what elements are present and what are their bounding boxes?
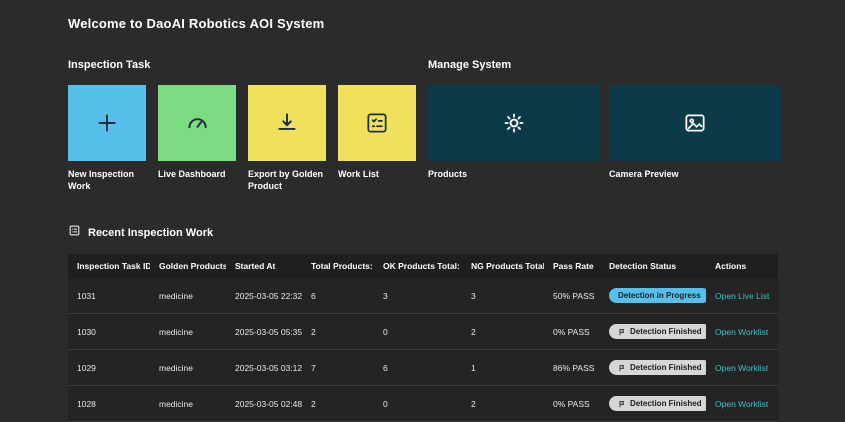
card-col-camera-preview: Camera Preview — [609, 85, 781, 180]
table-header-row: Inspection Task ID Golden Products Start… — [68, 254, 778, 278]
live-dashboard-card[interactable] — [158, 85, 236, 161]
export-by-golden-product-card[interactable] — [248, 85, 326, 161]
section-manage-system: Manage System Products — [428, 59, 781, 192]
card-col-export-golden: Export by Golden Product — [248, 85, 326, 192]
cell-ok-total: 3 — [374, 278, 462, 314]
cell-pass-rate: 50% PASS — [544, 278, 600, 314]
cell-golden-product: medicine — [150, 278, 226, 314]
card-label: Products — [428, 168, 600, 180]
open-worklist-link[interactable]: Open Worklist — [715, 327, 768, 337]
col-header-pass-rate: Pass Rate — [544, 254, 600, 278]
col-header-detection-status: Detection Status — [600, 254, 706, 278]
cell-pass-rate: 0% PASS — [544, 314, 600, 350]
col-header-task-id: Inspection Task ID — [68, 254, 150, 278]
cell-started-at: 2025-03-05 03:12:08 — [226, 350, 302, 386]
open-worklist-link[interactable]: Open Worklist — [715, 363, 768, 373]
cell-task-id: 1030 — [68, 314, 150, 350]
camera-preview-card[interactable] — [609, 85, 781, 161]
card-label: Camera Preview — [609, 168, 781, 180]
cell-ok-total: 6 — [374, 350, 462, 386]
col-header-ng-total: NG Products Total: — [462, 254, 544, 278]
new-inspection-work-card[interactable] — [68, 85, 146, 161]
cell-task-id: 1029 — [68, 350, 150, 386]
recent-inspection-header: Recent Inspection Work — [68, 224, 845, 242]
cell-ng-total: 1 — [462, 350, 544, 386]
col-header-ok-total: OK Products Total: — [374, 254, 462, 278]
col-header-total-products: Total Products: — [302, 254, 374, 278]
download-icon — [274, 110, 300, 136]
cell-golden-product: medicine — [150, 314, 226, 350]
card-col-products: Products — [428, 85, 600, 180]
open-live-list-link[interactable]: Open Live List — [715, 291, 769, 301]
image-icon — [682, 110, 708, 136]
cell-total: 6 — [302, 278, 374, 314]
gear-icon — [501, 110, 527, 136]
card-col-new-inspection-work: New Inspection Work — [68, 85, 146, 192]
work-list-card[interactable] — [338, 85, 416, 161]
cell-ng-total: 3 — [462, 278, 544, 314]
cell-started-at: 2025-03-05 05:35:23 — [226, 314, 302, 350]
page-title: Welcome to DaoAI Robotics AOI System — [68, 16, 845, 31]
inspection-task-title: Inspection Task — [68, 59, 416, 71]
gauge-icon — [184, 110, 210, 136]
flag-icon — [618, 364, 626, 372]
card-label: New Inspection Work — [68, 168, 146, 192]
recent-inspection-table: Inspection Task ID Golden Products Start… — [68, 254, 778, 422]
col-header-actions: Actions — [706, 254, 778, 278]
cell-task-id: 1031 — [68, 278, 150, 314]
card-col-live-dashboard: Live Dashboard — [158, 85, 236, 192]
table-row: 1030 medicine 2025-03-05 05:35:23 2 0 2 … — [68, 314, 778, 350]
table-row: 1029 medicine 2025-03-05 03:12:08 7 6 1 … — [68, 350, 778, 386]
cell-started-at: 2025-03-05 22:32:02 — [226, 278, 302, 314]
status-badge-label: Detection Finished — [630, 327, 702, 336]
list-icon — [68, 224, 81, 242]
cell-total: 2 — [302, 314, 374, 350]
checklist-icon — [364, 110, 390, 136]
main-content: Welcome to DaoAI Robotics AOI System Ins… — [0, 0, 845, 422]
cell-golden-product: medicine — [150, 350, 226, 386]
cell-pass-rate: 86% PASS — [544, 350, 600, 386]
recent-inspection-title: Recent Inspection Work — [88, 227, 213, 239]
status-badge: Detection in Progress — [609, 288, 706, 303]
status-badge-label: Detection in Progress — [618, 291, 701, 300]
cell-ng-total: 2 — [462, 314, 544, 350]
plus-icon — [94, 110, 120, 136]
col-header-started-at: Started At — [226, 254, 302, 278]
status-badge: Detection Finished — [609, 324, 706, 339]
card-label: Export by Golden Product — [248, 168, 326, 192]
card-label: Work List — [338, 168, 416, 180]
cell-total: 7 — [302, 350, 374, 386]
col-header-golden-products: Golden Products — [150, 254, 226, 278]
section-inspection-task: Inspection Task New Inspection Work — [68, 59, 416, 192]
table-row: 1031 medicine 2025-03-05 22:32:02 6 3 3 … — [68, 278, 778, 314]
card-col-work-list: Work List — [338, 85, 416, 192]
manage-system-title: Manage System — [428, 59, 781, 71]
cell-ok-total: 0 — [374, 314, 462, 350]
status-badge-label: Detection Finished — [630, 363, 702, 372]
status-badge: Detection Finished — [609, 360, 706, 375]
products-card[interactable] — [428, 85, 600, 161]
flag-icon — [618, 328, 626, 336]
card-label: Live Dashboard — [158, 168, 236, 180]
